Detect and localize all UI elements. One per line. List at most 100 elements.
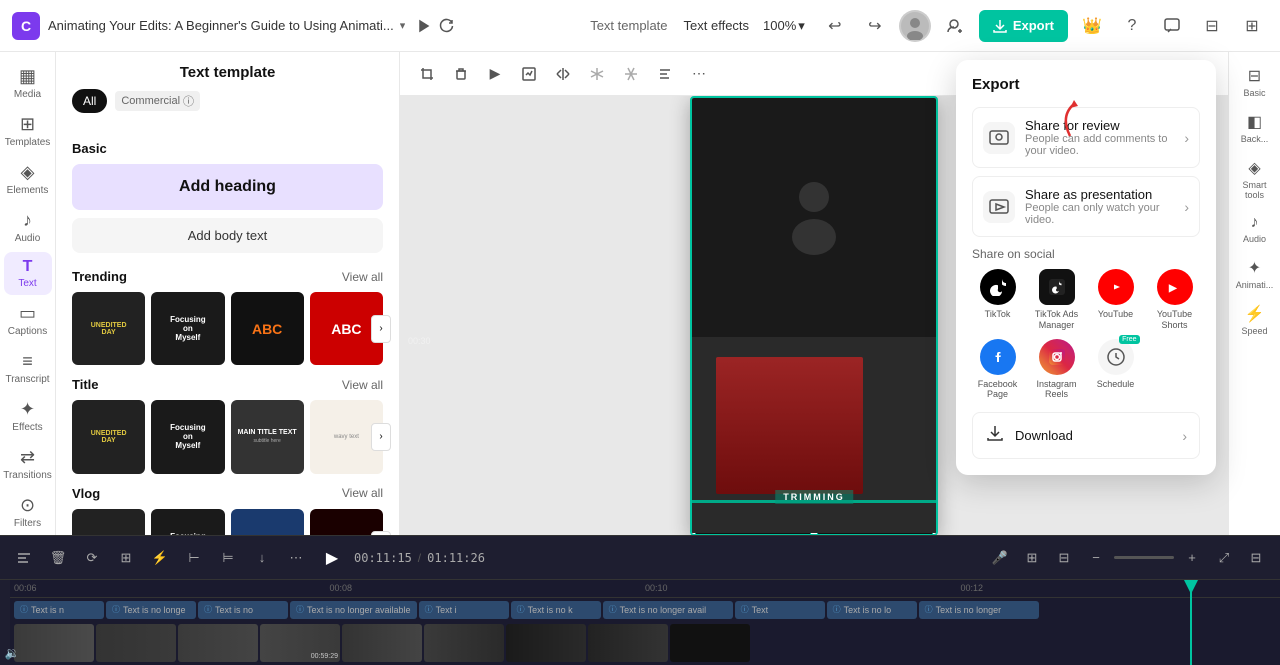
export-button[interactable]: Export xyxy=(979,10,1068,42)
filter-commercial[interactable]: Commercial ⓘ xyxy=(115,91,200,111)
sidebar-item-captions[interactable]: ▭ Captions xyxy=(4,297,52,343)
trending-view-all[interactable]: View all xyxy=(342,270,383,284)
right-item-back[interactable]: ◧ Back... xyxy=(1233,106,1277,150)
text-chip-5[interactable]: ⓘ Text is no k xyxy=(511,601,601,619)
sidebar-item-transcript[interactable]: ≡ Transcript xyxy=(4,345,52,391)
video-chip-4[interactable] xyxy=(342,624,422,662)
social-youtube[interactable]: YouTube xyxy=(1090,269,1141,331)
timeline-more-button[interactable]: ↓ xyxy=(248,544,276,572)
template-travel[interactable]: 🌍 Travel xyxy=(231,509,304,536)
template-abc-orange[interactable]: ABC xyxy=(231,292,304,365)
text-chip-2[interactable]: ⓘ Text is no xyxy=(198,601,288,619)
zoom-control[interactable]: 100% ▾ xyxy=(757,14,811,38)
social-schedule[interactable]: Free Schedule xyxy=(1090,339,1141,401)
filter-all-btn[interactable]: All xyxy=(72,89,107,113)
fullscreen-button[interactable]: ⤢ xyxy=(1210,544,1238,572)
sidebar-item-elements[interactable]: ◈ Elements xyxy=(4,156,52,202)
add-heading-button[interactable]: Add heading xyxy=(72,164,383,210)
crop-button[interactable] xyxy=(412,60,442,88)
undo-button[interactable]: ↩ xyxy=(819,10,851,42)
template-focusing[interactable]: FocusingonMyself xyxy=(151,292,224,365)
title-view-all[interactable]: View all xyxy=(342,378,383,392)
video-chip-5[interactable] xyxy=(424,624,504,662)
download-option[interactable]: Download › xyxy=(972,412,1200,459)
volume-icon[interactable]: 🔉 xyxy=(0,641,24,665)
right-item-smart[interactable]: ◈ Smart tools xyxy=(1233,152,1277,206)
flip-v-button[interactable] xyxy=(616,60,646,88)
align-button[interactable] xyxy=(650,60,680,88)
more-options-button[interactable]: ⋯ xyxy=(684,60,714,88)
tab-text-effects[interactable]: Text effects xyxy=(684,14,750,37)
redo-button[interactable]: ↪ xyxy=(859,10,891,42)
video-chip-1[interactable] xyxy=(96,624,176,662)
template-vlog-focusing[interactable]: FocusingonMyself xyxy=(151,509,224,536)
timeline-play-icon[interactable]: ⟳ xyxy=(78,544,106,572)
aspect-ratio-button[interactable] xyxy=(514,60,544,88)
text-chip-1[interactable]: ⓘ Text is no longe xyxy=(106,601,196,619)
split-button[interactable] xyxy=(548,60,578,88)
text-chip-4[interactable]: ⓘ Text i xyxy=(419,601,509,619)
vlog-view-all[interactable]: View all xyxy=(342,486,383,500)
share-review-option[interactable]: Share for review People can add comments… xyxy=(972,107,1200,168)
social-ytshorts[interactable]: ▶ YouTube Shorts xyxy=(1149,269,1200,331)
share-presentation-option[interactable]: Share as presentation People can only wa… xyxy=(972,176,1200,237)
sidebar-item-text[interactable]: T Text xyxy=(4,252,52,295)
right-item-basic[interactable]: ⊟ Basic xyxy=(1233,60,1277,104)
zoom-in-button[interactable]: + xyxy=(1178,544,1206,572)
video-chip-0[interactable] xyxy=(14,624,94,662)
sidebar-item-filters[interactable]: ⊙ Filters xyxy=(4,489,52,535)
text-chip-3[interactable]: ⓘ Text is no longer available xyxy=(290,601,417,619)
video-chip-6[interactable] xyxy=(506,624,586,662)
grid-timeline-button[interactable]: ⊞ xyxy=(1018,544,1046,572)
delete-button[interactable] xyxy=(446,60,476,88)
timeline-mute-button[interactable]: ⚡ xyxy=(146,544,174,572)
text-chip-6[interactable]: ⓘ Text is no longer avail xyxy=(603,601,733,619)
video-chip-timestamp[interactable]: 00:59:29 xyxy=(260,624,340,662)
text-chip-0[interactable]: ⓘ Text is n xyxy=(14,601,104,619)
vlog-next-arrow[interactable]: › xyxy=(371,531,391,535)
mic-button[interactable]: 🎤 xyxy=(986,544,1014,572)
trim-button[interactable] xyxy=(10,544,38,572)
video-chip-2[interactable] xyxy=(178,624,258,662)
template-main-title[interactable]: MAIN TITLE TEXT subtitle here xyxy=(231,400,304,473)
timeline-crop-button[interactable]: ⊞ xyxy=(112,544,140,572)
trending-next-arrow[interactable]: › xyxy=(371,315,391,343)
video-chip-7[interactable] xyxy=(588,624,668,662)
sidebar-item-media[interactable]: ▦ Media xyxy=(4,60,52,106)
play-preview-button[interactable]: ▶ xyxy=(480,60,510,88)
social-facebook[interactable]: Facebook Page xyxy=(972,339,1023,401)
social-tiktok[interactable]: TikTok xyxy=(972,269,1023,331)
right-item-speed[interactable]: ⚡ Speed xyxy=(1233,298,1277,342)
zoom-out-button[interactable]: − xyxy=(1082,544,1110,572)
right-item-audio[interactable]: ♪ Audio xyxy=(1233,208,1277,250)
template-vlog-unedited[interactable]: UNEDITEDDAY xyxy=(72,509,145,536)
tab-text-template[interactable]: Text template xyxy=(590,14,667,37)
template-unedited[interactable]: UNEDITEDDAY xyxy=(72,292,145,365)
template-title-unedited[interactable]: UNEDITEDDAY xyxy=(72,400,145,473)
play-button[interactable]: ▶ xyxy=(316,542,348,574)
sidebar-item-effects[interactable]: ✦ Effects xyxy=(4,393,52,439)
social-instagram[interactable]: Instagram Reels xyxy=(1031,339,1082,401)
grid-button[interactable]: ⊞ xyxy=(1236,10,1268,42)
text-chip-8[interactable]: ⓘ Text is no lo xyxy=(827,601,917,619)
timeline-delete-button[interactable]: 🗑 xyxy=(44,544,72,572)
timeline-split-button[interactable]: ⊢ xyxy=(180,544,208,572)
add-user-button[interactable] xyxy=(939,10,971,42)
layout-button[interactable]: ⊟ xyxy=(1196,10,1228,42)
sidebar-item-templates[interactable]: ⊞ Templates xyxy=(4,108,52,154)
sidebar-item-transitions[interactable]: ⇄ Transitions xyxy=(4,441,52,487)
zoom-slider[interactable] xyxy=(1114,556,1174,559)
comments-button[interactable] xyxy=(1156,10,1188,42)
panel-scroll[interactable]: Basic Add heading Add body text Trending… xyxy=(56,129,399,535)
title-next-arrow[interactable]: › xyxy=(371,423,391,451)
timeline-align-button[interactable]: ⊨ xyxy=(214,544,242,572)
flip-h-button[interactable] xyxy=(582,60,612,88)
text-chip-7[interactable]: ⓘ Text xyxy=(735,601,825,619)
video-chip-8[interactable] xyxy=(670,624,750,662)
timeline-extra-button[interactable]: ⋯ xyxy=(282,544,310,572)
sidebar-item-audio[interactable]: ♪ Audio xyxy=(4,204,52,250)
help-button[interactable]: ? xyxy=(1116,10,1148,42)
social-tiktokads[interactable]: TikTok Ads Manager xyxy=(1031,269,1082,331)
crown-icon-btn[interactable]: 👑 xyxy=(1076,10,1108,42)
right-item-animate[interactable]: ✦ Animati... xyxy=(1233,252,1277,296)
